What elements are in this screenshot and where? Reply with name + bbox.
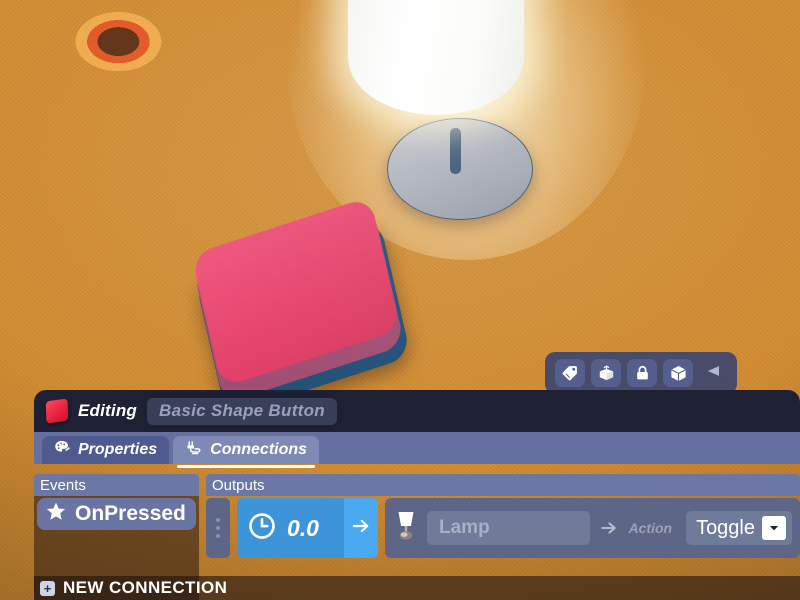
column-headers: Events Outputs bbox=[34, 474, 800, 496]
palette-icon bbox=[54, 440, 71, 460]
lamp-icon bbox=[393, 509, 419, 548]
action-arrow-icon bbox=[598, 518, 620, 538]
panel-tabbar: Properties Connections bbox=[34, 432, 800, 468]
action-selected-value: Toggle bbox=[696, 516, 755, 539]
star-icon bbox=[45, 501, 67, 527]
drag-dot bbox=[216, 518, 220, 522]
event-item-onpressed[interactable]: OnPressed bbox=[37, 498, 196, 530]
lock-icon-button[interactable] bbox=[627, 359, 657, 387]
tab-properties-label: Properties bbox=[78, 441, 158, 458]
events-column-header: Events bbox=[34, 474, 199, 496]
edited-object-name[interactable]: Basic Shape Button bbox=[147, 397, 337, 425]
collapse-arrow-icon-button[interactable] bbox=[699, 359, 727, 387]
new-connection-label: NEW CONNECTION bbox=[63, 578, 228, 597]
plus-icon: + bbox=[40, 580, 55, 596]
tag-icon-button[interactable] bbox=[555, 359, 585, 387]
tag-icon bbox=[561, 364, 579, 382]
plug-icon bbox=[185, 440, 203, 461]
target-object-node: Lamp Action Toggle bbox=[385, 498, 800, 558]
tab-connections[interactable]: Connections bbox=[173, 436, 320, 468]
object-editor-panel: Editing Basic Shape Button Properties Co… bbox=[0, 390, 800, 600]
open-box-icon bbox=[597, 364, 616, 383]
new-connection-button[interactable]: + NEW CONNECTION bbox=[34, 576, 800, 600]
tab-connections-label: Connections bbox=[210, 441, 308, 458]
tab-properties[interactable]: Properties bbox=[42, 436, 170, 464]
object-context-toolbar bbox=[545, 352, 737, 394]
event-item-label: OnPressed bbox=[75, 502, 186, 525]
arrow-right-icon bbox=[351, 516, 371, 541]
collapse-arrow-icon bbox=[702, 362, 724, 385]
red-cube-icon bbox=[45, 398, 69, 424]
drag-dot bbox=[216, 526, 220, 530]
delay-node[interactable]: 0.0 bbox=[237, 498, 378, 558]
drag-dots-icon[interactable] bbox=[206, 498, 230, 558]
delay-value[interactable]: 0.0 bbox=[287, 515, 344, 542]
outputs-column-header: Outputs bbox=[206, 474, 800, 496]
open-box-icon-button[interactable] bbox=[591, 359, 621, 387]
chevron-down-icon bbox=[762, 516, 786, 540]
connection-row: 0.0 Lamp Action Toggle bbox=[206, 496, 800, 560]
cube-icon-button[interactable] bbox=[663, 359, 693, 387]
app-root: Editing Basic Shape Button Properties Co… bbox=[0, 0, 800, 600]
panel-header: Editing Basic Shape Button bbox=[34, 390, 800, 432]
cube-icon bbox=[669, 364, 688, 383]
drag-dot bbox=[216, 534, 220, 538]
lock-icon bbox=[634, 364, 651, 382]
editing-label: Editing bbox=[78, 401, 137, 420]
delay-go-button[interactable] bbox=[344, 498, 378, 558]
action-label: Action bbox=[628, 520, 673, 536]
target-name-field[interactable]: Lamp bbox=[427, 511, 590, 545]
action-dropdown[interactable]: Toggle bbox=[686, 511, 792, 545]
clock-icon bbox=[247, 511, 277, 546]
